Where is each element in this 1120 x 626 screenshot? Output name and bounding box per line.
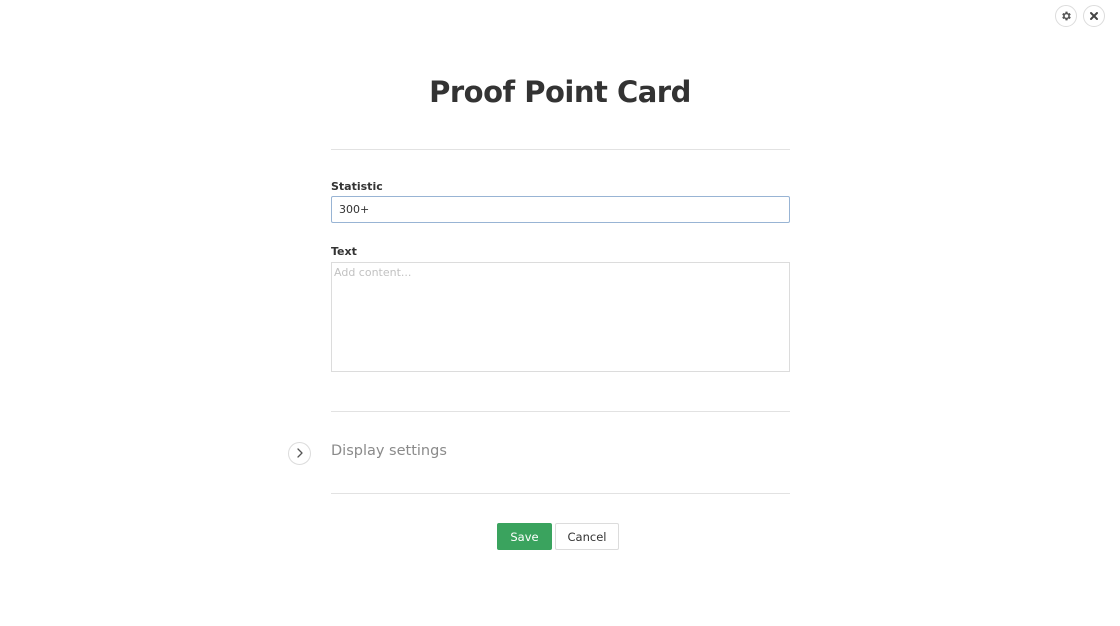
cancel-button[interactable]: Cancel xyxy=(555,523,619,550)
close-button[interactable] xyxy=(1083,5,1105,27)
statistic-label: Statistic xyxy=(331,180,383,193)
divider xyxy=(331,411,790,412)
close-icon xyxy=(1089,11,1099,21)
display-settings-title[interactable]: Display settings xyxy=(331,441,447,461)
chevron-right-icon xyxy=(296,445,304,463)
display-settings-toggle[interactable] xyxy=(288,442,311,465)
statistic-input[interactable] xyxy=(331,196,790,223)
gear-icon xyxy=(1060,10,1072,22)
save-button[interactable]: Save xyxy=(497,523,552,550)
text-label: Text xyxy=(331,245,357,258)
page-title: Proof Point Card xyxy=(429,75,691,109)
card-editor-page: Proof Point Card Statistic Text Display … xyxy=(0,0,1120,626)
divider xyxy=(331,493,790,494)
text-content-area[interactable] xyxy=(331,262,790,372)
settings-button[interactable] xyxy=(1055,5,1077,27)
divider xyxy=(331,149,790,150)
